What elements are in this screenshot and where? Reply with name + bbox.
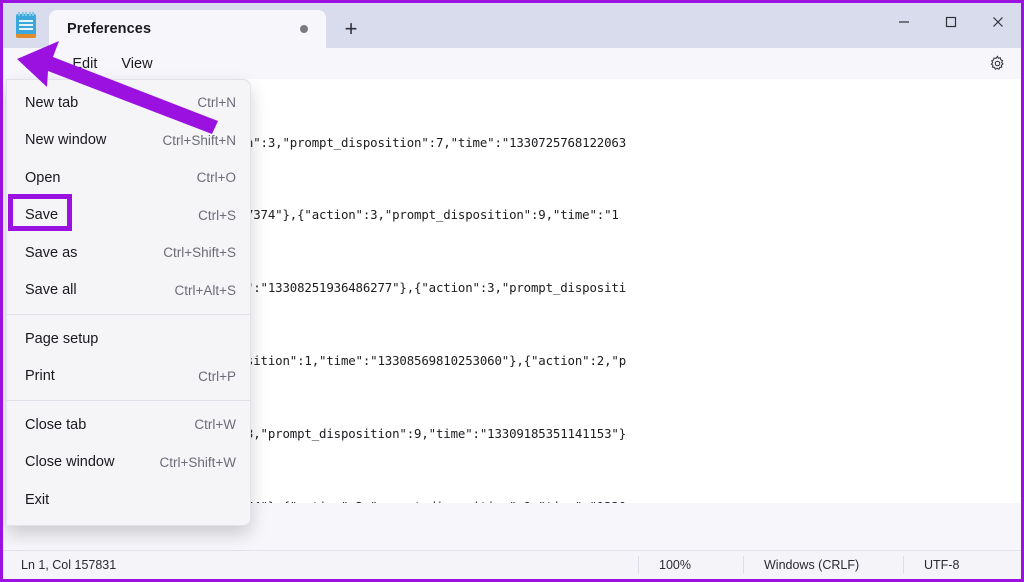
menubar-item-view[interactable]: View	[109, 53, 164, 75]
menu-item-label: Exit	[25, 491, 50, 508]
menu-separator	[7, 400, 250, 401]
menu-item-open[interactable]: Open Ctrl+O	[7, 159, 250, 197]
gear-icon[interactable]	[985, 52, 1009, 76]
file-menu-dropdown: New tab Ctrl+N New window Ctrl+Shift+N O…	[6, 79, 251, 526]
tab-preferences[interactable]: Preferences	[49, 10, 326, 48]
minimize-icon[interactable]	[880, 3, 927, 41]
new-tab-button[interactable]: +	[326, 10, 376, 48]
menu-item-accelerator: Ctrl+P	[198, 368, 236, 384]
menu-item-exit[interactable]: Exit	[7, 481, 250, 519]
menu-item-new-window[interactable]: New window Ctrl+Shift+N	[7, 122, 250, 160]
menu-item-accelerator: Ctrl+Shift+W	[159, 454, 236, 470]
maximize-icon[interactable]	[927, 3, 974, 41]
menu-item-close-tab[interactable]: Close tab Ctrl+W	[7, 406, 250, 444]
unsaved-dot-icon[interactable]	[300, 25, 308, 33]
menu-separator	[7, 314, 250, 315]
menu-item-accelerator: Ctrl+S	[198, 207, 236, 223]
tab-title: Preferences	[67, 21, 152, 37]
menu-item-label: Open	[25, 169, 61, 186]
menu-item-label: Save all	[25, 282, 77, 299]
close-icon[interactable]	[974, 3, 1021, 41]
menu-item-accelerator: Ctrl+W	[194, 417, 236, 433]
menu-item-save-as[interactable]: Save as Ctrl+Shift+S	[7, 234, 250, 272]
menu-item-accelerator: Ctrl+O	[196, 170, 236, 186]
menu-item-new-tab[interactable]: New tab Ctrl+N	[7, 84, 250, 122]
menu-item-label: Page setup	[25, 330, 99, 347]
menu-item-page-setup[interactable]: Page setup	[7, 320, 250, 358]
menu-item-print[interactable]: Print Ctrl+P	[7, 358, 250, 396]
menu-item-close-window[interactable]: Close window Ctrl+Shift+W	[7, 444, 250, 482]
menu-item-label: Save as	[25, 244, 78, 261]
menu-bar: File Edit View	[3, 48, 1021, 79]
encoding[interactable]: UTF-8	[903, 556, 1021, 574]
menu-item-accelerator: Ctrl+Shift+S	[163, 245, 236, 261]
menu-item-label: Print	[25, 368, 55, 385]
menu-item-label: Save	[25, 207, 59, 224]
menu-item-label: Close tab	[25, 416, 87, 433]
menu-item-label: New window	[25, 132, 107, 149]
menubar-item-file[interactable]: File	[13, 53, 60, 75]
line-ending[interactable]: Windows (CRLF)	[743, 556, 903, 574]
menu-item-save-all[interactable]: Save all Ctrl+Alt+S	[7, 272, 250, 310]
zoom-level[interactable]: 100%	[638, 556, 743, 574]
notepad-icon	[3, 3, 49, 48]
menu-item-accelerator: Ctrl+N	[197, 95, 236, 111]
cursor-position: Ln 1, Col 157831	[21, 558, 117, 572]
status-bar: Ln 1, Col 157831 100% Windows (CRLF) UTF…	[3, 550, 1021, 579]
menu-item-label: New tab	[25, 94, 79, 111]
menu-item-accelerator: Ctrl+Alt+S	[174, 282, 236, 298]
notepad-window: Preferences + File Edit View ne":"133066…	[0, 0, 1024, 582]
window-controls	[880, 3, 1021, 48]
tab-strip: Preferences +	[49, 3, 880, 48]
menu-item-save[interactable]: Save Ctrl+S	[7, 197, 250, 235]
title-bar: Preferences +	[3, 3, 1021, 48]
menubar-item-edit[interactable]: Edit	[60, 53, 109, 75]
menu-item-accelerator: Ctrl+Shift+N	[162, 132, 236, 148]
menu-item-label: Close window	[25, 454, 115, 471]
